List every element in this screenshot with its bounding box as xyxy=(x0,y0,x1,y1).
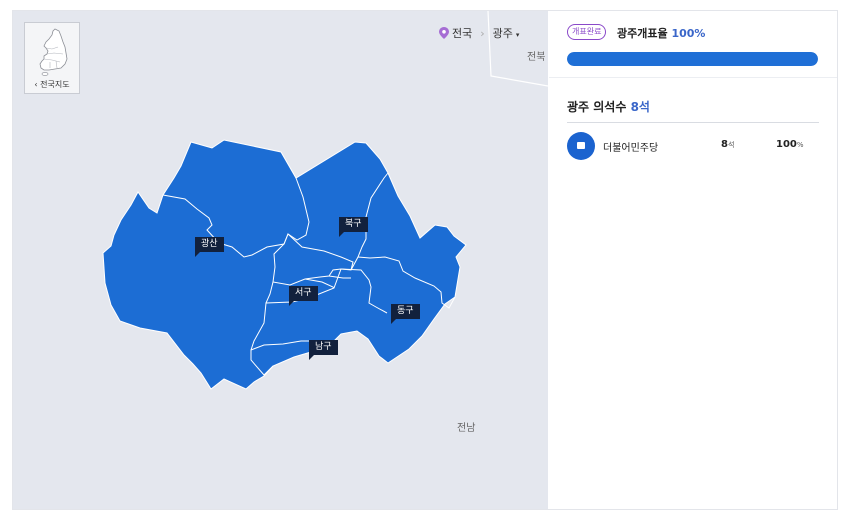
location-pin-icon xyxy=(439,27,449,39)
party-seats-unit: 석 xyxy=(727,141,735,149)
neighbor-region-south[interactable]: 전남 xyxy=(457,419,475,434)
chevron-right-icon: › xyxy=(480,26,485,40)
results-panel: 개표완료 광주개표율 100% 광주 의석수 8석 더불어민주당 8석 100% xyxy=(549,11,837,509)
party-percent: 100% xyxy=(776,139,804,150)
breadcrumb: 전국 › 광주 ▾ xyxy=(439,25,519,41)
nationwide-map-label: ‹ 전국지도 xyxy=(34,80,70,89)
neighbor-region-north[interactable]: 전북 xyxy=(527,48,545,63)
party-seats: 8석 xyxy=(721,139,734,150)
district-label-dong[interactable]: 동구 xyxy=(391,304,420,324)
counting-rate-label: 광주개표율 xyxy=(617,27,668,40)
breadcrumb-nationwide[interactable]: 전국 xyxy=(452,25,472,41)
district-label-buk[interactable]: 북구 xyxy=(339,217,368,237)
party-percent-value: 100 xyxy=(776,139,797,150)
election-map: ‹ 전국지도 전국 › 광주 ▾ 전북 전남 광산 북구 서구 동구 남구 xyxy=(13,11,548,509)
district-label-gwangsan[interactable]: 광산 xyxy=(195,237,224,257)
party-row[interactable]: 더불어민주당 8석 100% xyxy=(567,132,819,160)
party-name: 더불어민주당 xyxy=(603,143,659,154)
divider xyxy=(567,122,819,123)
seats-title: 광주 의석수 8석 xyxy=(567,98,650,115)
party-logo-icon xyxy=(567,132,595,160)
status-badge: 개표완료 xyxy=(567,24,607,40)
district-region-shape[interactable] xyxy=(102,139,467,390)
party-percent-unit: % xyxy=(796,141,804,149)
counting-progress-fill xyxy=(567,52,818,66)
district-label-nam[interactable]: 남구 xyxy=(309,340,338,360)
breadcrumb-region-label: 광주 xyxy=(492,27,513,40)
caret-down-icon: ▾ xyxy=(515,31,520,39)
seats-value: 8석 xyxy=(630,100,650,114)
gwangju-district-map xyxy=(102,11,548,390)
korea-outline-icon xyxy=(39,28,68,76)
party-seats-value: 8 xyxy=(721,139,728,150)
district-label-seo[interactable]: 서구 xyxy=(289,286,318,306)
counting-progress-bar xyxy=(567,52,818,66)
nationwide-map-button[interactable]: ‹ 전국지도 xyxy=(24,22,80,94)
seats-label: 광주 의석수 xyxy=(567,100,627,114)
breadcrumb-region-select[interactable]: 광주 ▾ xyxy=(493,25,520,41)
counting-rate-title: 광주개표율 100% xyxy=(617,25,705,41)
counting-rate-value: 100% xyxy=(671,27,706,40)
divider xyxy=(549,77,837,78)
